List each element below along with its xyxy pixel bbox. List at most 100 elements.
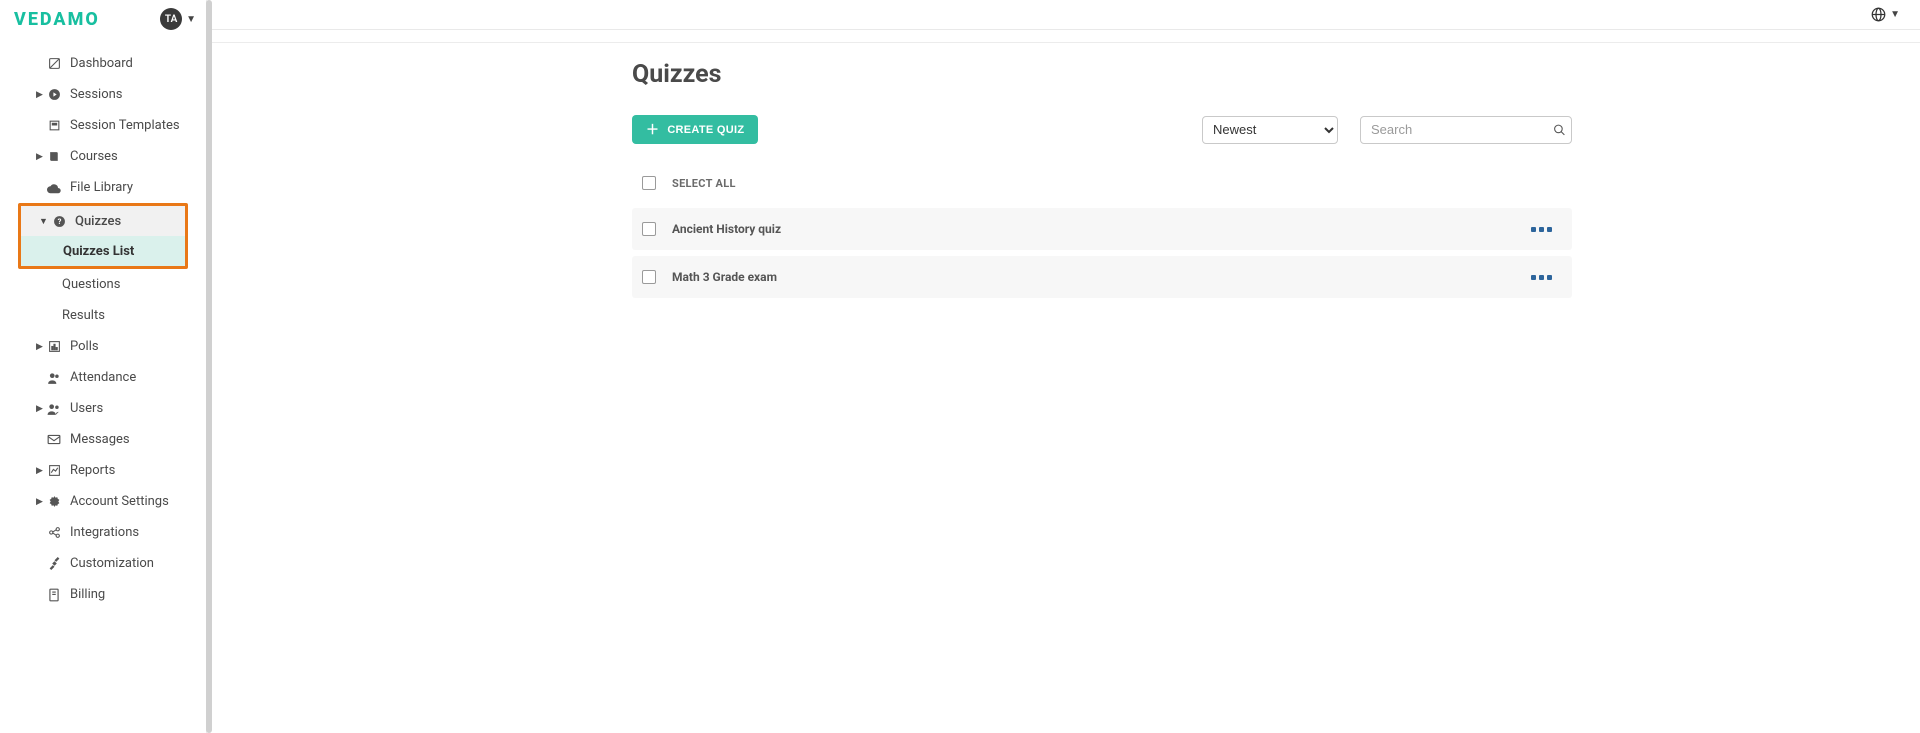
sidebar-header: VEDAMO TA ▼: [0, 0, 206, 42]
dots-icon: [1547, 227, 1552, 232]
sidebar-item-integrations[interactable]: Integrations: [0, 517, 206, 548]
plus-icon: ＋: [646, 123, 659, 136]
sidebar-item-messages[interactable]: Messages: [0, 424, 206, 455]
book-icon: [46, 149, 62, 165]
quiz-checkbox[interactable]: [642, 222, 656, 236]
select-all-label: SELECT ALL: [672, 177, 736, 190]
sidebar-item-file-library[interactable]: File Library: [0, 172, 206, 203]
sidebar-item-quizzes[interactable]: ▼ ? Quizzes: [21, 206, 185, 236]
sidebar-quizzes-highlight: ▼ ? Quizzes Quizzes List: [18, 203, 188, 269]
chevron-right-icon: ▶: [36, 90, 44, 100]
search-input[interactable]: [1360, 116, 1572, 144]
dots-icon: [1547, 275, 1552, 280]
quiz-list: Ancient History quiz Math 3 Grade exam: [632, 208, 1572, 298]
sidebar-item-dashboard[interactable]: Dashboard: [0, 48, 206, 79]
user-menu[interactable]: TA ▼: [160, 8, 196, 30]
sidebar-item-attendance[interactable]: Attendance: [0, 362, 206, 393]
sidebar-item-label: Results: [62, 308, 105, 323]
sidebar: VEDAMO TA ▼ Dashboard ▶ Sessions: [0, 0, 206, 733]
quiz-title: Ancient History quiz: [672, 222, 781, 236]
sidebar-scrollbar[interactable]: [206, 0, 212, 733]
chevron-down-icon: ▼: [39, 216, 48, 227]
users-icon: [46, 401, 62, 417]
sidebar-item-label: Dashboard: [70, 56, 133, 71]
cloud-icon: [46, 180, 62, 196]
sidebar-item-polls[interactable]: ▶ Polls: [0, 331, 206, 362]
question-circle-icon: ?: [51, 213, 67, 229]
quiz-row[interactable]: Math 3 Grade exam: [632, 256, 1572, 298]
button-label: CREATE QUIZ: [667, 124, 744, 136]
sidebar-item-billing[interactable]: Billing: [0, 579, 206, 610]
chevron-down-icon: ▼: [1890, 9, 1900, 20]
sidebar-item-sessions[interactable]: ▶ Sessions: [0, 79, 206, 110]
sidebar-item-label: Session Templates: [70, 118, 180, 133]
chevron-right-icon: ▶: [36, 497, 44, 507]
create-quiz-button[interactable]: ＋ CREATE QUIZ: [632, 115, 758, 144]
quiz-actions-menu[interactable]: [1527, 223, 1556, 236]
toolbar-right: Newest: [1202, 116, 1572, 144]
sidebar-item-account-settings[interactable]: ▶ Account Settings: [0, 486, 206, 517]
sidebar-item-label: Questions: [62, 277, 120, 292]
top-bar: ▼: [212, 0, 1920, 30]
toolbar: ＋ CREATE QUIZ Newest: [632, 115, 1572, 144]
quiz-checkbox[interactable]: [642, 270, 656, 284]
billing-icon: [46, 587, 62, 603]
dots-icon: [1539, 275, 1544, 280]
sidebar-item-reports[interactable]: ▶ Reports: [0, 455, 206, 486]
gear-icon: [46, 494, 62, 510]
quiz-row[interactable]: Ancient History quiz: [632, 208, 1572, 250]
sidebar-item-label: Integrations: [70, 525, 139, 540]
language-selector[interactable]: ▼: [1871, 7, 1900, 22]
chart-bar-icon: [46, 339, 62, 355]
sidebar-item-users[interactable]: ▶ Users: [0, 393, 206, 424]
top-divider: [212, 42, 1920, 43]
quiz-title: Math 3 Grade exam: [672, 270, 777, 284]
avatar: TA: [160, 8, 182, 30]
search-wrap: [1360, 116, 1572, 144]
sidebar-subitem-results[interactable]: Results: [0, 300, 206, 331]
sidebar-item-session-templates[interactable]: Session Templates: [0, 110, 206, 141]
sidebar-item-label: Billing: [70, 587, 105, 602]
chevron-right-icon: ▶: [36, 152, 44, 162]
search-icon[interactable]: [1553, 123, 1566, 136]
sidebar-nav: Dashboard ▶ Sessions Session Templates ▶: [0, 42, 206, 610]
sidebar-item-label: Sessions: [70, 87, 123, 102]
sidebar-item-label: Quizzes List: [63, 244, 134, 259]
main-content: Quizzes ＋ CREATE QUIZ Newest: [206, 0, 1920, 733]
mail-icon: [46, 432, 62, 448]
chevron-right-icon: ▶: [36, 342, 44, 352]
sort-select[interactable]: Newest: [1202, 116, 1338, 144]
sidebar-item-label: File Library: [70, 180, 133, 195]
sidebar-subitem-questions[interactable]: Questions: [0, 269, 206, 300]
page-title: Quizzes: [632, 60, 1572, 89]
sidebar-item-label: Quizzes: [75, 214, 121, 229]
sidebar-item-label: Attendance: [70, 370, 136, 385]
tools-icon: [46, 556, 62, 572]
dashboard-icon: [46, 56, 62, 72]
chart-icon: [46, 463, 62, 479]
sidebar-item-label: Users: [70, 401, 103, 416]
dots-icon: [1531, 227, 1536, 232]
select-all-checkbox[interactable]: [642, 176, 656, 190]
sidebar-item-label: Messages: [70, 432, 130, 447]
brand-logo: VEDAMO: [14, 9, 100, 30]
template-icon: [46, 118, 62, 134]
chevron-right-icon: ▶: [36, 404, 44, 414]
chevron-right-icon: ▶: [36, 466, 44, 476]
quiz-row-left: Ancient History quiz: [642, 222, 781, 236]
quiz-row-left: Math 3 Grade exam: [642, 270, 777, 284]
svg-text:?: ?: [57, 217, 61, 226]
globe-icon: [1871, 7, 1886, 22]
sidebar-item-label: Customization: [70, 556, 154, 571]
quiz-actions-menu[interactable]: [1527, 271, 1556, 284]
integration-icon: [46, 525, 62, 541]
select-all-row: SELECT ALL: [632, 168, 746, 198]
sidebar-item-label: Reports: [70, 463, 115, 478]
sidebar-item-courses[interactable]: ▶ Courses: [0, 141, 206, 172]
sidebar-item-label: Account Settings: [70, 494, 169, 509]
sidebar-item-label: Polls: [70, 339, 99, 354]
sidebar-subitem-quizzes-list[interactable]: Quizzes List: [21, 236, 185, 266]
sidebar-item-label: Courses: [70, 149, 118, 164]
play-circle-icon: [46, 87, 62, 103]
sidebar-item-customization[interactable]: Customization: [0, 548, 206, 579]
